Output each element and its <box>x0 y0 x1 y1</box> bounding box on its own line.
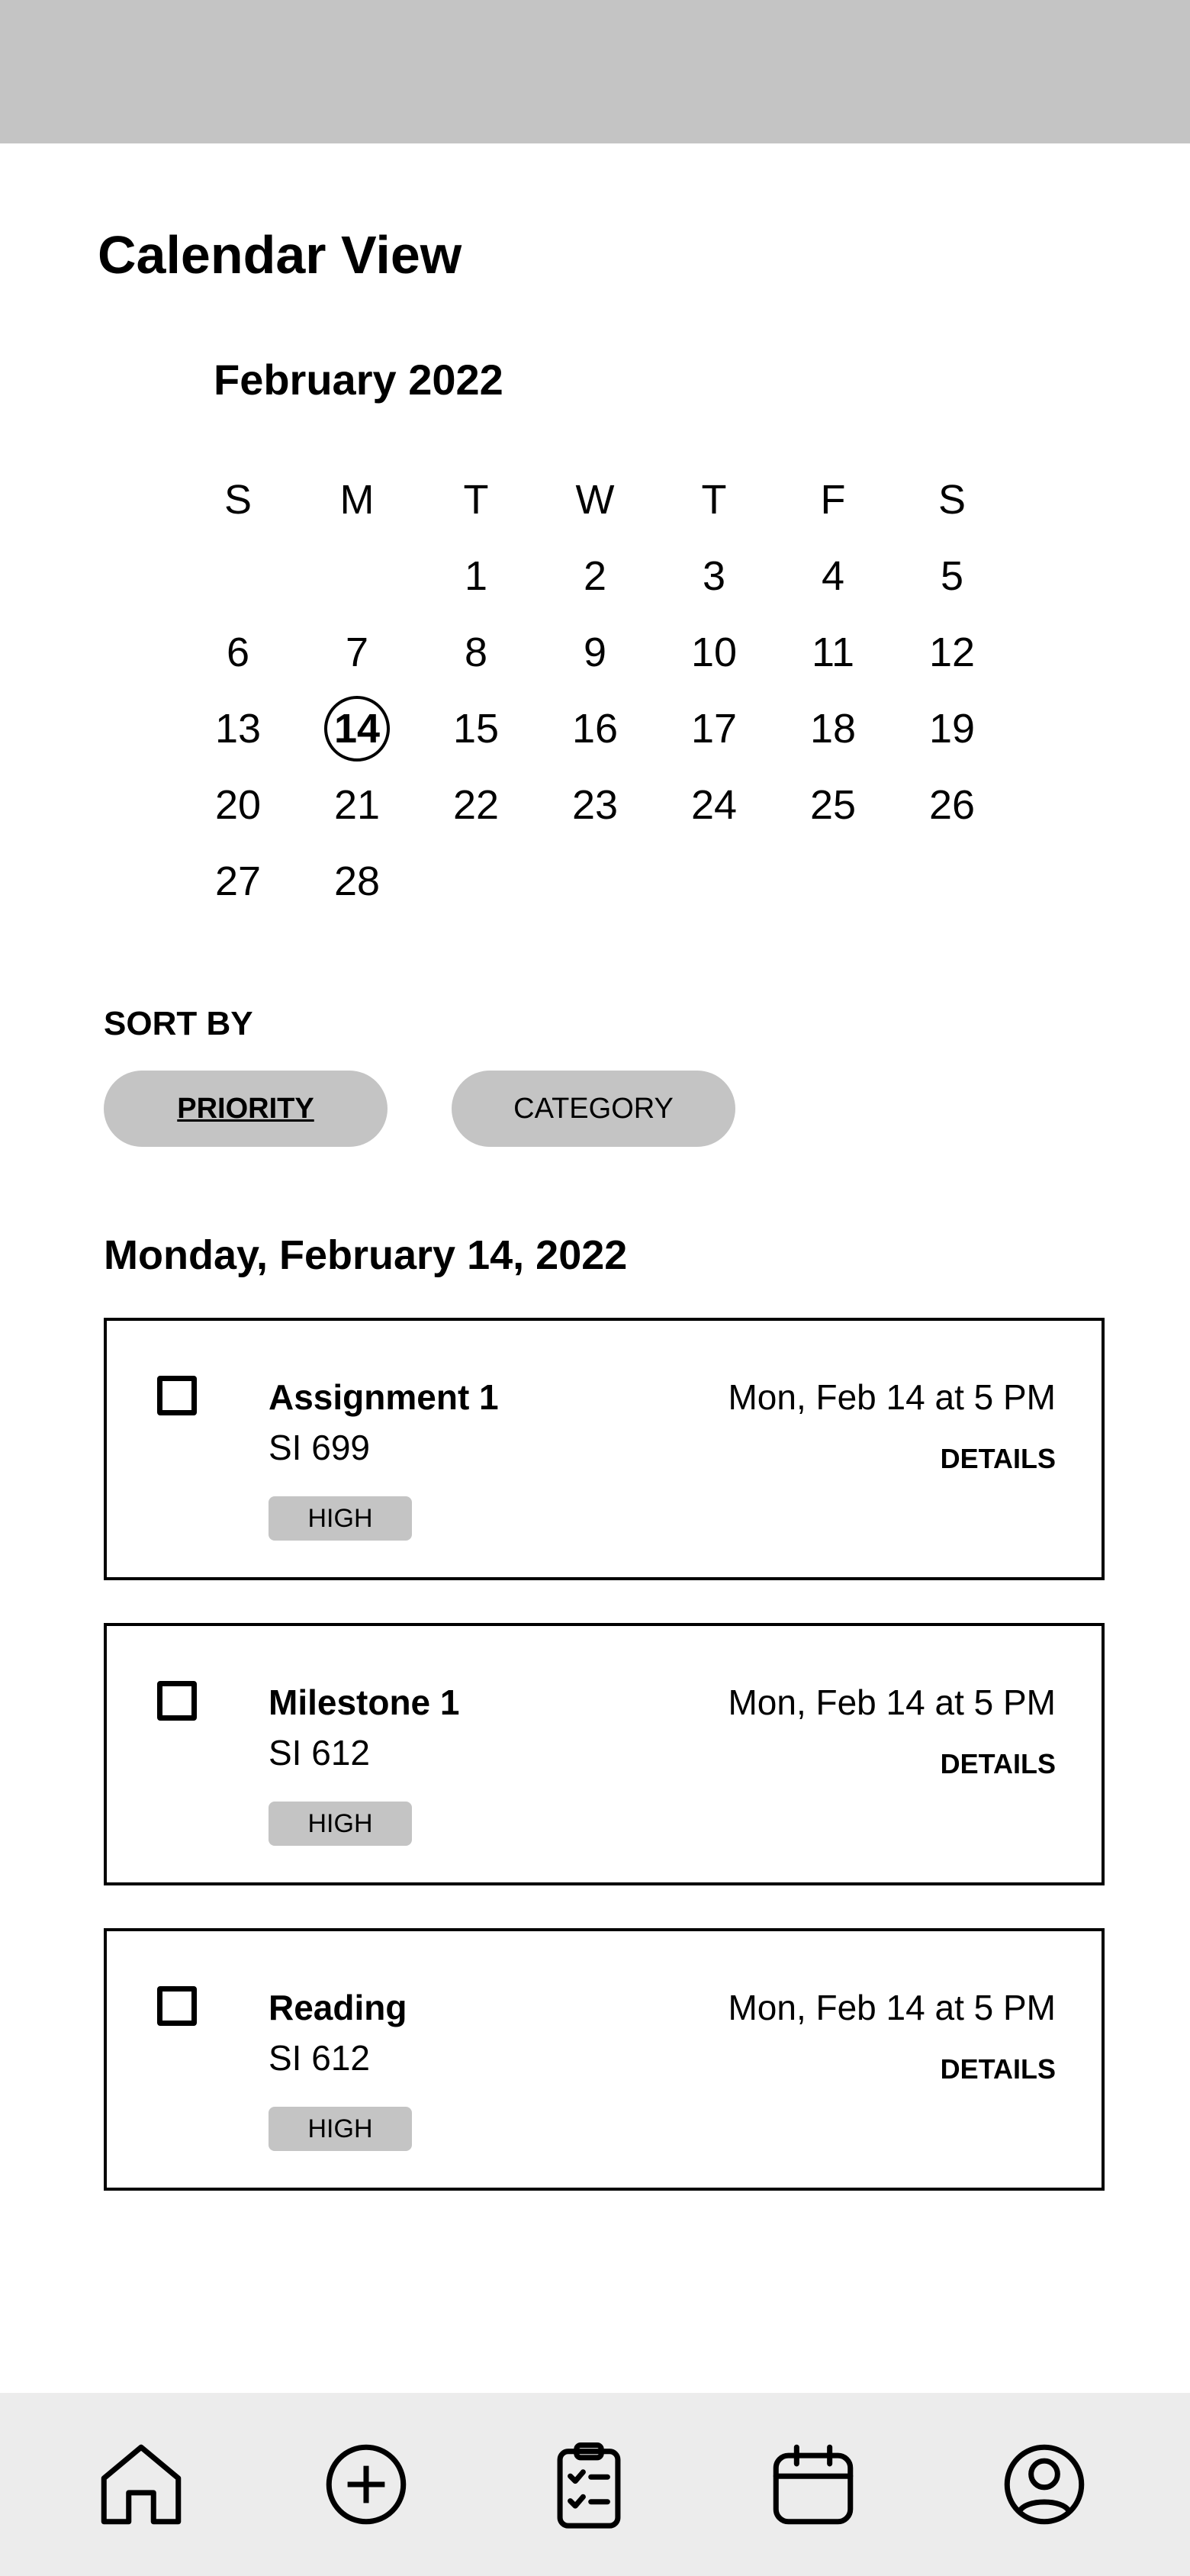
calendar-day[interactable]: 1 <box>416 538 536 614</box>
task-due-date: Mon, Feb 14 at 5 PM <box>728 1988 1056 2027</box>
calendar-day[interactable]: 3 <box>654 538 774 614</box>
calendar-day[interactable]: 18 <box>774 691 892 767</box>
nav-tasks-button[interactable] <box>528 2393 650 2576</box>
priority-badge: HIGH <box>269 1496 412 1541</box>
calendar-week: 13 14 15 16 17 18 19 <box>178 691 1011 767</box>
calendar-day-empty <box>654 843 774 919</box>
calendar-week: 6 7 8 9 10 11 12 <box>178 614 1011 691</box>
calendar-day-empty <box>536 843 654 919</box>
home-icon <box>101 2444 182 2525</box>
calendar-day[interactable]: 4 <box>774 538 892 614</box>
calendar-day[interactable]: 19 <box>892 691 1011 767</box>
task-title: Assignment 1 <box>269 1377 499 1417</box>
calendar-day-selected[interactable]: 14 <box>298 691 416 767</box>
calendar-day[interactable]: 20 <box>178 767 298 843</box>
priority-badge: HIGH <box>269 2107 412 2151</box>
calendar-day-empty <box>416 843 536 919</box>
calendar-day[interactable]: 11 <box>774 614 892 691</box>
bottom-navigation-bar <box>0 2393 1190 2576</box>
weekday-label: T <box>463 477 489 523</box>
calendar-day[interactable]: 25 <box>774 767 892 843</box>
calendar-day[interactable]: 17 <box>654 691 774 767</box>
calendar-day[interactable]: 22 <box>416 767 536 843</box>
nav-add-button[interactable] <box>305 2393 427 2576</box>
task-checkbox[interactable] <box>157 1681 197 1721</box>
weekday-label: T <box>701 477 727 523</box>
status-bar <box>0 0 1190 143</box>
calendar-day-empty <box>774 843 892 919</box>
task-title: Reading <box>269 1988 407 2027</box>
clipboard-checklist-icon <box>557 2442 621 2529</box>
details-link[interactable]: DETAILS <box>941 1440 1056 1478</box>
details-link[interactable]: DETAILS <box>941 1745 1056 1783</box>
details-link[interactable]: DETAILS <box>941 2050 1056 2088</box>
nav-profile-button[interactable] <box>983 2393 1105 2576</box>
calendar-day[interactable]: 23 <box>536 767 654 843</box>
weekday-header-row: S M T W T F S <box>178 462 1011 538</box>
weekday-label: M <box>339 477 375 523</box>
calendar-day-empty <box>298 538 416 614</box>
day-heading: Monday, February 14, 2022 <box>104 1232 628 1278</box>
calendar-day[interactable]: 27 <box>178 843 298 919</box>
calendar-day[interactable]: 8 <box>416 614 536 691</box>
task-checkbox[interactable] <box>157 1376 197 1415</box>
calendar-day[interactable]: 7 <box>298 614 416 691</box>
sort-priority-button[interactable]: PRIORITY <box>104 1071 388 1147</box>
weekday-label: S <box>938 477 966 523</box>
weekday-label: F <box>820 477 846 523</box>
sort-by-label: SORT BY <box>104 1005 253 1042</box>
calendar-month-title: February 2022 <box>214 356 503 404</box>
calendar-icon <box>773 2444 854 2525</box>
calendar-grid: S M T W T F S 1 2 3 4 5 6 7 8 9 10 11 12… <box>178 462 1011 919</box>
calendar-day[interactable]: 5 <box>892 538 1011 614</box>
calendar-day[interactable]: 2 <box>536 538 654 614</box>
calendar-week: 27 28 <box>178 843 1011 919</box>
calendar-day-empty <box>892 843 1011 919</box>
task-title: Milestone 1 <box>269 1682 460 1722</box>
task-course: SI 612 <box>269 1733 370 1773</box>
weekday-label: S <box>224 477 252 523</box>
calendar-day[interactable]: 6 <box>178 614 298 691</box>
calendar-day[interactable]: 13 <box>178 691 298 767</box>
task-due-date: Mon, Feb 14 at 5 PM <box>728 1682 1056 1722</box>
task-card[interactable]: Assignment 1 SI 699 HIGH Mon, Feb 14 at … <box>104 1318 1105 1580</box>
calendar-day[interactable]: 9 <box>536 614 654 691</box>
page-title: Calendar View <box>98 225 462 285</box>
calendar-day[interactable]: 10 <box>654 614 774 691</box>
task-checkbox[interactable] <box>157 1986 197 2026</box>
calendar-day[interactable]: 28 <box>298 843 416 919</box>
sort-category-button[interactable]: CATEGORY <box>452 1071 735 1147</box>
task-card[interactable]: Milestone 1 SI 612 HIGH Mon, Feb 14 at 5… <box>104 1623 1105 1885</box>
add-circle-icon <box>326 2444 407 2525</box>
calendar-day[interactable]: 21 <box>298 767 416 843</box>
calendar-day-empty <box>178 538 298 614</box>
nav-home-button[interactable] <box>80 2393 202 2576</box>
task-course: SI 699 <box>269 1428 370 1467</box>
calendar-week: 20 21 22 23 24 25 26 <box>178 767 1011 843</box>
weekday-label: W <box>575 477 615 523</box>
nav-calendar-button[interactable] <box>752 2393 874 2576</box>
task-course: SI 612 <box>269 2038 370 2078</box>
calendar-day[interactable]: 15 <box>416 691 536 767</box>
task-due-date: Mon, Feb 14 at 5 PM <box>728 1377 1056 1417</box>
calendar-day[interactable]: 24 <box>654 767 774 843</box>
selected-day-circle: 14 <box>324 696 390 762</box>
task-card[interactable]: Reading SI 612 HIGH Mon, Feb 14 at 5 PM … <box>104 1928 1105 2191</box>
calendar-day[interactable]: 26 <box>892 767 1011 843</box>
user-profile-icon <box>1004 2444 1085 2525</box>
calendar-day[interactable]: 12 <box>892 614 1011 691</box>
calendar-day[interactable]: 16 <box>536 691 654 767</box>
calendar-week: 1 2 3 4 5 <box>178 538 1011 614</box>
priority-badge: HIGH <box>269 1802 412 1846</box>
